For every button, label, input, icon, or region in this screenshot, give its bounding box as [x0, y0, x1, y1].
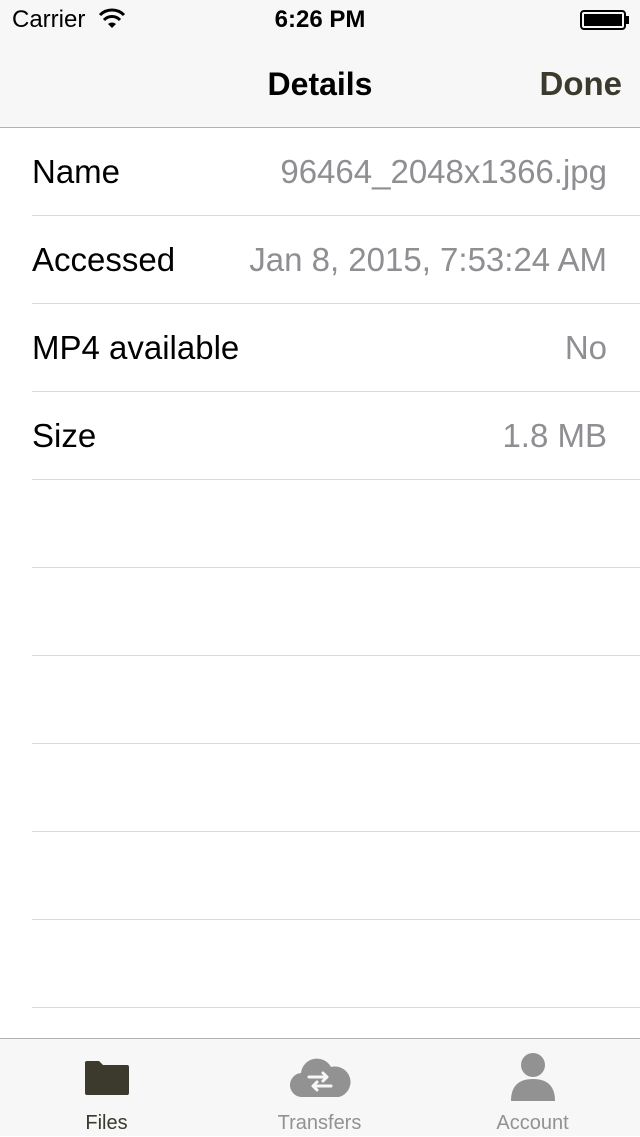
detail-row-size: Size 1.8 MB	[32, 392, 640, 480]
details-list: Name 96464_2048x1366.jpg Accessed Jan 8,…	[0, 128, 640, 1008]
detail-label: Name	[32, 153, 121, 190]
detail-value: 96464_2048x1366.jpg	[280, 153, 607, 190]
empty-row	[32, 656, 640, 744]
status-bar: Carrier 6:26 PM	[0, 0, 640, 40]
tab-label: Transfers	[277, 1112, 362, 1134]
empty-row	[32, 920, 640, 1008]
detail-label: Size	[32, 417, 97, 454]
tab-files[interactable]: Files	[0, 1039, 213, 1137]
folder-icon	[84, 1061, 129, 1095]
tab-account[interactable]: Account	[426, 1039, 639, 1137]
person-icon	[510, 1053, 555, 1101]
tab-transfers[interactable]: Transfers	[213, 1039, 426, 1137]
tab-label: Account	[496, 1112, 569, 1134]
detail-label: Accessed	[32, 241, 176, 278]
tab-label: Files	[85, 1112, 128, 1134]
detail-row-name: Name 96464_2048x1366.jpg	[32, 128, 640, 216]
detail-row-accessed: Accessed Jan 8, 2015, 7:53:24 AM	[32, 216, 640, 304]
battery-icon	[580, 10, 629, 30]
empty-row	[32, 568, 640, 656]
empty-row	[32, 480, 640, 568]
navigation-bar: Details Done	[0, 40, 640, 128]
done-button[interactable]: Done	[540, 64, 623, 104]
status-time: 6:26 PM	[274, 6, 366, 33]
empty-row	[32, 832, 640, 920]
detail-label: MP4 available	[32, 329, 240, 366]
detail-row-mp4-available: MP4 available No	[32, 304, 640, 392]
empty-row	[32, 744, 640, 832]
detail-value: No	[564, 329, 607, 366]
detail-value: Jan 8, 2015, 7:53:24 AM	[249, 241, 607, 278]
tab-bar: Files Transfers Account	[0, 1038, 640, 1136]
detail-value: 1.8 MB	[502, 417, 607, 454]
cloud-transfer-icon	[289, 1058, 351, 1098]
